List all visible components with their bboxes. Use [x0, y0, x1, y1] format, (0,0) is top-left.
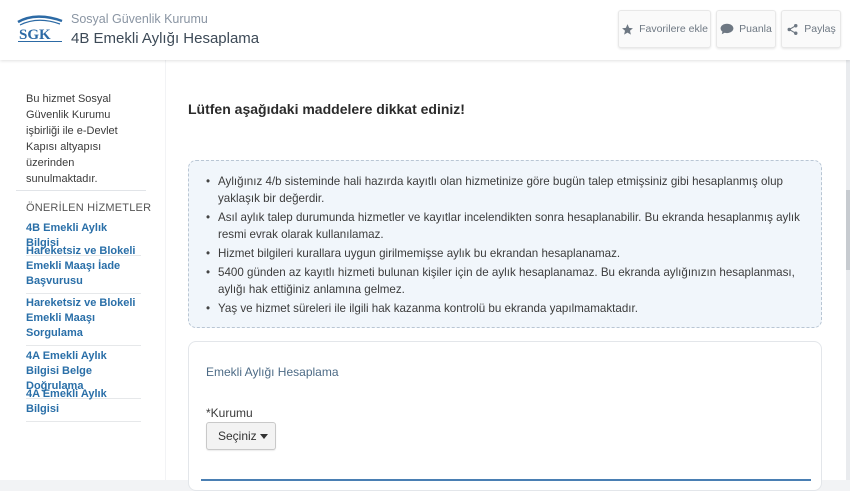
- notice-item: Asıl aylık talep durumunda hizmetler ve …: [205, 209, 805, 243]
- sidebar-link-hareketsiz-iade-basvurusu[interactable]: Hareketsiz ve Blokeli Emekli Maaşı İade …: [26, 244, 141, 294]
- sidebar-link-4a-emekli-aylik-bilgisi[interactable]: 4A Emekli Aylık Bilgisi: [26, 387, 141, 422]
- sidebar-link-hareketsiz-sorgulama[interactable]: Hareketsiz ve Blokeli Emekli Maaşı Sorgu…: [26, 296, 141, 346]
- notice-list: Aylığınız 4/b sisteminde hali hazırda ka…: [205, 173, 805, 319]
- share-icon: [786, 23, 799, 36]
- sidebar-divider: [16, 190, 146, 191]
- share-button[interactable]: Paylaş: [781, 10, 841, 48]
- kurum-select[interactable]: Seçiniz: [206, 422, 276, 450]
- notice-item: 5400 günden az kayıtlı hizmeti bulunan k…: [205, 264, 805, 298]
- logo-text: SGK: [19, 27, 51, 43]
- speech-bubble-icon: [720, 23, 734, 35]
- scrollbar-thumb[interactable]: [846, 190, 850, 270]
- notice-heading: Lütfen aşağıdaki maddelere dikkat ediniz…: [188, 101, 465, 117]
- kurum-selected-value: Seçiniz: [218, 429, 257, 443]
- calculation-form: Emekli Aylığı Hesaplama *Kurumu Seçiniz: [188, 341, 822, 491]
- sgk-logo[interactable]: SGK: [16, 14, 64, 44]
- form-title: Emekli Aylığı Hesaplama: [206, 365, 339, 379]
- service-info-text: Bu hizmet Sosyal Güvenlik Kurumu işbirli…: [26, 93, 118, 185]
- share-label: Paylaş: [804, 23, 836, 35]
- kurum-label: *Kurumu: [206, 406, 253, 420]
- org-name: Sosyal Güvenlik Kurumu: [71, 12, 208, 26]
- main-content: Lütfen aşağıdaki maddelere dikkat ediniz…: [166, 60, 850, 491]
- add-favorite-button[interactable]: Favorilere ekle: [618, 10, 711, 48]
- add-favorite-label: Favorilere ekle: [639, 23, 708, 35]
- chevron-down-icon: [260, 434, 268, 439]
- page-title: 4B Emekli Aylığı Hesaplama: [71, 30, 260, 47]
- sidebar: Bu hizmet Sosyal Güvenlik Kurumu işbirli…: [0, 60, 165, 480]
- rate-label: Puanla: [739, 23, 772, 35]
- notice-item: Hizmet bilgileri kurallara uygun girilme…: [205, 245, 805, 262]
- notice-item: Yaş ve hizmet süreleri ile ilgili hak ka…: [205, 300, 805, 317]
- rate-button[interactable]: Puanla: [716, 10, 776, 48]
- star-icon: [621, 23, 634, 36]
- notice-item: Aylığınız 4/b sisteminde hali hazırda ka…: [205, 173, 805, 207]
- notice-box: Aylığınız 4/b sisteminde hali hazırda ka…: [188, 160, 822, 328]
- recommended-services-heading: ÖNERİLEN HİZMETLER: [26, 202, 152, 214]
- page-header: SGK Sosyal Güvenlik Kurumu 4B Emekli Ayl…: [0, 0, 850, 60]
- page-scrollbar[interactable]: [846, 60, 850, 480]
- section-divider: [201, 479, 811, 481]
